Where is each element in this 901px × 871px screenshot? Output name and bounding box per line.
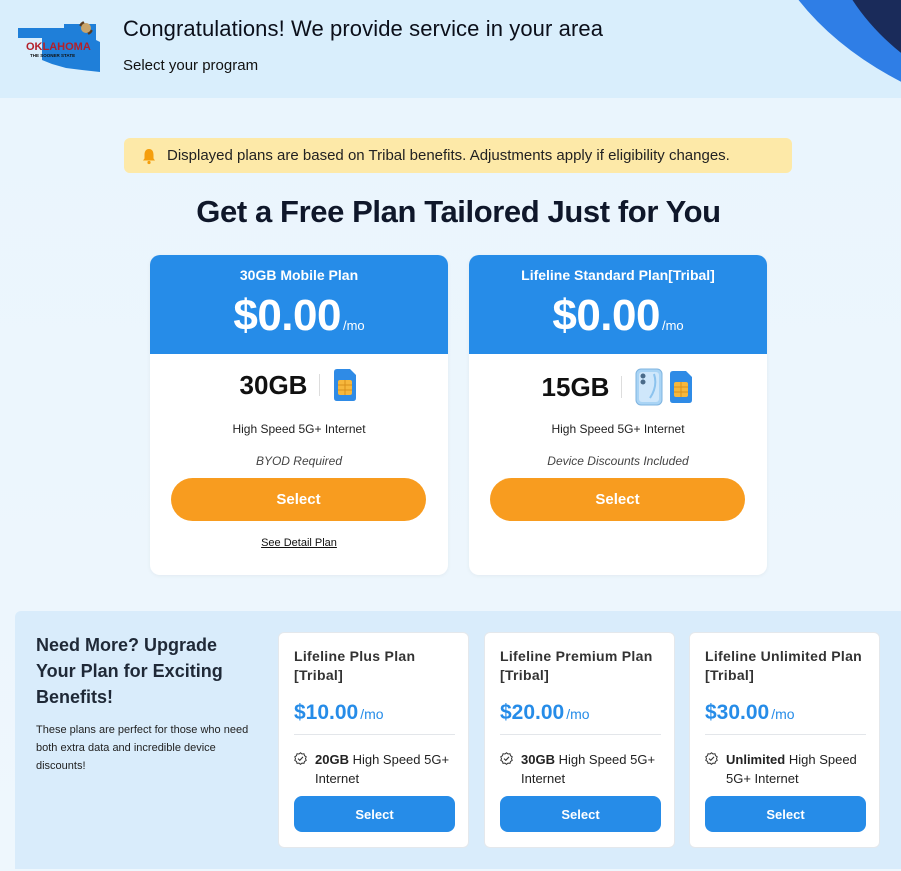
plan-card-header: 30GB Mobile Plan $0.00/mo	[150, 255, 448, 354]
upgrade-price-period: /mo	[771, 706, 795, 722]
select-lifeline-premium-button[interactable]: Select	[500, 796, 661, 832]
plan-data-row: 30GB	[150, 368, 448, 402]
plan-price: $0.00/mo	[150, 291, 448, 341]
page-title: Congratulations! We provide service in y…	[123, 16, 604, 41]
divider	[621, 376, 623, 398]
plan-price-period: /mo	[661, 318, 684, 333]
corner-decoration-icon	[798, 0, 901, 82]
sim-card-icon	[670, 371, 693, 403]
upgrade-plan-price: $10.00/mo	[294, 701, 384, 725]
notice-text: Displayed plans are based on Tribal bene…	[167, 147, 730, 164]
plan-feature: High Speed 5G+ Internet	[232, 422, 366, 436]
plan-data-row: 15GB	[469, 368, 767, 406]
upgrade-plan-card-unlimited: Lifeline Unlimited Plan [Tribal] $30.00/…	[689, 632, 880, 848]
upgrade-feature-bold: 20GB	[315, 752, 349, 767]
upgrade-plan-feature: 30GB High Speed 5G+ Internet	[500, 750, 670, 788]
select-30gb-plan-button[interactable]: Select	[171, 478, 426, 521]
check-badge-icon	[500, 752, 513, 765]
upgrade-plan-card-plus: Lifeline Plus Plan [Tribal] $10.00/mo 20…	[278, 632, 469, 848]
upgrade-plan-feature: 20GB High Speed 5G+ Internet	[294, 750, 464, 788]
select-lifeline-unlimited-button[interactable]: Select	[705, 796, 866, 832]
upgrade-plan-card-premium: Lifeline Premium Plan [Tribal] $20.00/mo…	[484, 632, 675, 848]
check-badge-icon	[705, 752, 718, 765]
plan-price: $0.00/mo	[469, 291, 767, 341]
upgrade-description: These plans are perfect for those who ne…	[36, 724, 249, 772]
plan-price-amount: $0.00	[552, 291, 660, 340]
upgrade-plan-name: Lifeline Premium Plan [Tribal]	[500, 648, 653, 683]
plan-note: Device Discounts Included	[547, 454, 689, 468]
plan-data-amount: 15GB	[541, 371, 610, 402]
upgrade-plan-price: $20.00/mo	[500, 701, 590, 725]
upgrade-plan-feature: Unlimited High Speed 5G+ Internet	[705, 750, 875, 788]
plan-note: BYOD Required	[255, 454, 343, 468]
upgrade-feature-bold: 30GB	[521, 752, 555, 767]
plan-card-header: Lifeline Standard Plan[Tribal] $0.00/mo	[469, 255, 767, 354]
plan-price-period: /mo	[342, 318, 365, 333]
select-lifeline-plus-button[interactable]: Select	[294, 796, 455, 832]
plan-name: Lifeline Standard Plan[Tribal]	[521, 267, 715, 283]
upgrade-price-period: /mo	[360, 706, 384, 722]
oklahoma-logo-icon: OKLAHOMA THE SOONER STATE	[18, 21, 100, 72]
upgrade-price-amount: $30.00	[705, 701, 770, 724]
sim-card-icon	[334, 369, 357, 401]
plan-feature: High Speed 5G+ Internet	[551, 422, 685, 436]
logo-text-main: OKLAHOMA	[26, 41, 91, 53]
main-heading: Get a Free Plan Tailored Just for You	[196, 194, 721, 229]
page-header: OKLAHOMA THE SOONER STATE Congratulation…	[0, 0, 901, 98]
divider	[294, 734, 455, 735]
bell-icon	[143, 148, 155, 164]
plan-card-lifeline-standard: Lifeline Standard Plan[Tribal] $0.00/mo …	[469, 255, 767, 575]
upgrade-title: Need More? Upgrade Your Plan for Excitin…	[36, 635, 223, 707]
upgrade-price-amount: $10.00	[294, 701, 359, 724]
see-detail-plan-link[interactable]: See Detail Plan	[150, 537, 448, 549]
phone-icon	[635, 368, 663, 406]
upgrade-price-period: /mo	[566, 706, 590, 722]
upgrade-plan-name: Lifeline Plus Plan [Tribal]	[294, 648, 416, 683]
upgrade-plan-price: $30.00/mo	[705, 701, 795, 725]
plan-name: 30GB Mobile Plan	[239, 267, 359, 283]
select-lifeline-standard-button[interactable]: Select	[490, 478, 745, 521]
check-badge-icon	[294, 752, 307, 765]
tribal-notice-banner: Displayed plans are based on Tribal bene…	[124, 138, 792, 173]
upgrade-feature-bold: Unlimited	[726, 752, 786, 767]
divider	[500, 734, 661, 735]
plan-data-amount: 30GB	[239, 369, 308, 400]
logo-text-sub: THE SOONER STATE	[30, 53, 75, 58]
upgrade-plan-name: Lifeline Unlimited Plan [Tribal]	[705, 648, 863, 683]
divider	[705, 734, 866, 735]
upgrade-price-amount: $20.00	[500, 701, 565, 724]
page-subtitle: Select your program	[123, 57, 259, 74]
divider	[319, 374, 321, 396]
plan-price-amount: $0.00	[233, 291, 341, 340]
plan-card-30gb-mobile: 30GB Mobile Plan $0.00/mo 30GB High Spee…	[150, 255, 448, 575]
